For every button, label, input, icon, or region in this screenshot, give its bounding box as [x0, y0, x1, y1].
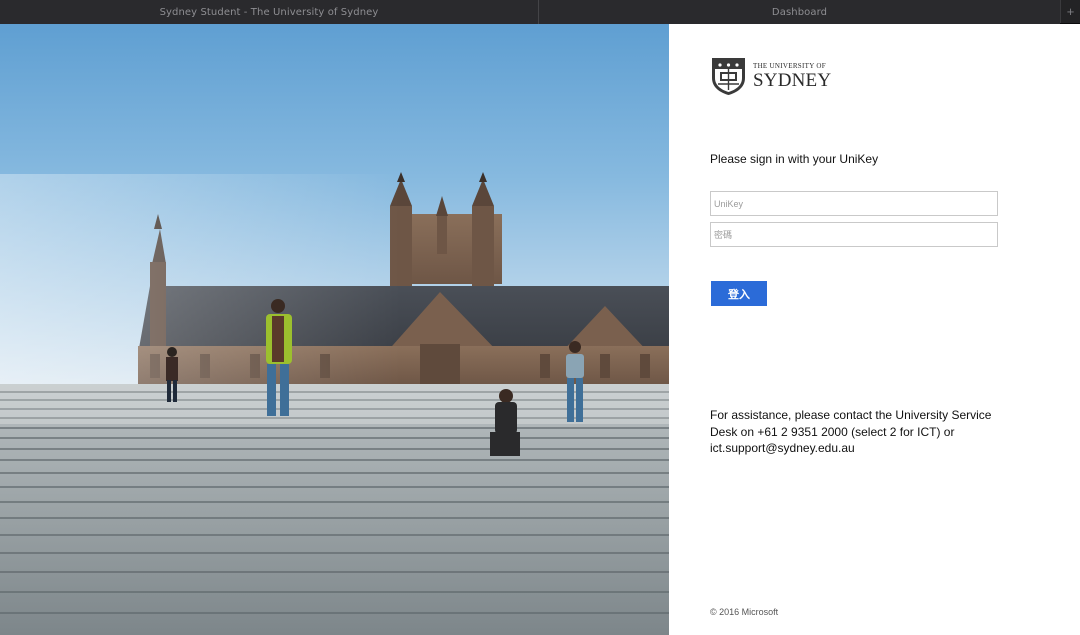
- assistance-text: For assistance, please contact the Unive…: [710, 408, 992, 455]
- tab-sydney-student[interactable]: Sydney Student - The University of Sydne…: [0, 0, 539, 24]
- university-wordmark: THE UNIVERSITY OF SYDNEY: [753, 61, 832, 91]
- plus-icon: +: [1066, 4, 1075, 19]
- tab-dashboard[interactable]: Dashboard: [539, 0, 1060, 24]
- sign-in-panel: THE UNIVERSITY OF SYDNEY Please sign in …: [669, 24, 1080, 635]
- unikey-input[interactable]: [710, 191, 998, 216]
- campus-photo: [0, 24, 669, 635]
- wordmark-line2: SYDNEY: [753, 69, 832, 91]
- tab-title: Sydney Student - The University of Sydne…: [159, 6, 379, 18]
- password-input[interactable]: [710, 222, 998, 247]
- login-button[interactable]: 登入: [711, 281, 767, 306]
- wordmark-line1: THE UNIVERSITY OF: [753, 61, 826, 70]
- copyright-footer: © 2016 Microsoft: [710, 607, 779, 617]
- university-logo: THE UNIVERSITY OF SYDNEY: [710, 56, 831, 96]
- tab-title: Dashboard: [771, 6, 828, 18]
- university-crest-icon: [712, 58, 745, 95]
- new-tab-button[interactable]: +: [1060, 0, 1080, 23]
- campus-illustration: [0, 172, 669, 635]
- browser-tab-bar: Sydney Student - The University of Sydne…: [0, 0, 1080, 24]
- sign-in-heading: Please sign in with your UniKey: [710, 152, 879, 166]
